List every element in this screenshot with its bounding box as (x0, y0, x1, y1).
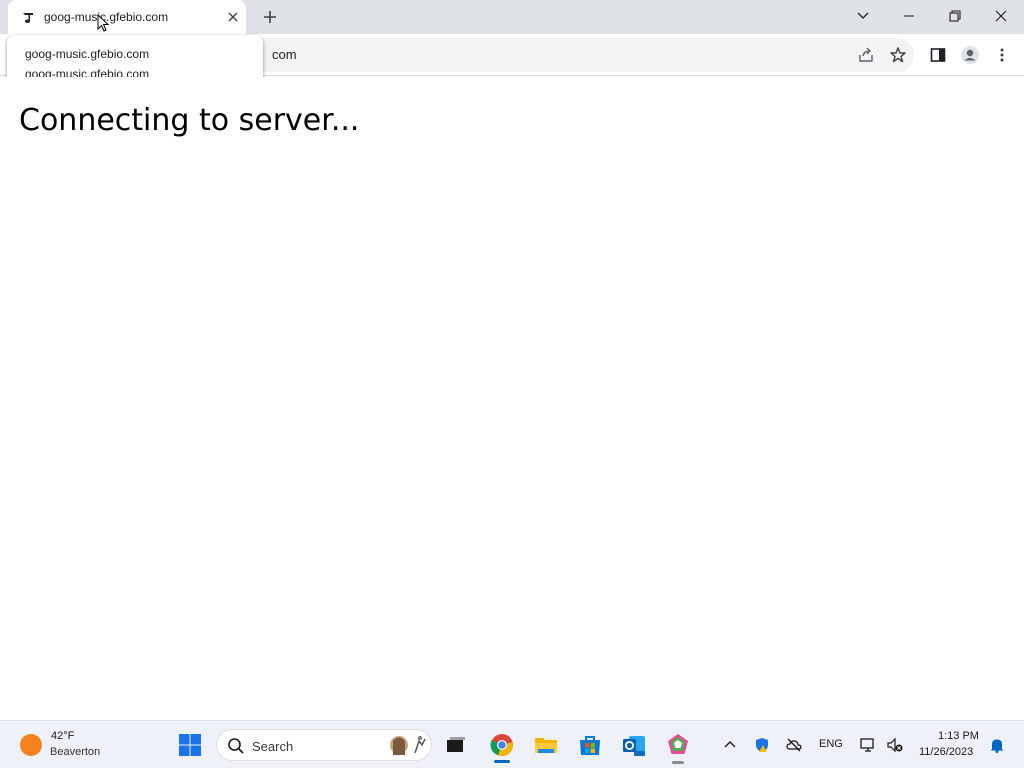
weather-location: Beaverton (50, 746, 101, 758)
taskbar: 42°F Beaverton Search ENG 1:13 PM 11/26/… (0, 720, 1024, 768)
minimize-icon[interactable] (886, 0, 932, 32)
share-icon[interactable] (852, 41, 880, 69)
copilot-icon[interactable] (662, 729, 694, 761)
music-note-icon (21, 9, 37, 25)
chrome-active-indicator (494, 760, 510, 763)
mouse-cursor-icon (97, 14, 109, 32)
browser-tab[interactable]: goog-music.gfebio.com (8, 0, 246, 34)
chrome-icon[interactable] (486, 729, 518, 761)
volume-muted-icon[interactable] (883, 733, 907, 757)
side-panel-icon[interactable] (924, 41, 952, 69)
tab-search-chevron-icon[interactable] (840, 0, 886, 32)
page-heading: Connecting to server... (19, 103, 360, 138)
chevron-up-icon[interactable] (718, 733, 742, 757)
search-icon (228, 738, 244, 754)
copilot-running-indicator (672, 761, 684, 764)
weather-sun-icon (20, 734, 42, 756)
security-warning-icon[interactable] (750, 733, 774, 757)
clock-date: 11/26/2023 (919, 746, 974, 758)
weather-temperature: 42°F (51, 730, 75, 742)
kebab-menu-icon[interactable] (988, 41, 1016, 69)
close-window-icon[interactable] (978, 0, 1024, 32)
start-icon[interactable] (174, 729, 206, 761)
taskbar-search[interactable]: Search (216, 729, 432, 761)
clock-time: 1:13 PM (938, 730, 979, 742)
language-indicator[interactable]: ENG (819, 738, 843, 750)
task-view-icon[interactable] (440, 729, 472, 761)
address-bar-url: com (272, 47, 297, 62)
new-tab-icon[interactable] (260, 7, 280, 27)
restore-icon[interactable] (932, 0, 978, 32)
search-placeholder: Search (252, 739, 294, 754)
notification-bell-icon[interactable] (985, 733, 1009, 757)
hover-card-title: goog-music.gfebio.com (25, 47, 150, 61)
search-highlight-icon (390, 736, 426, 755)
network-icon[interactable] (856, 733, 880, 757)
file-explorer-icon[interactable] (530, 729, 562, 761)
cloud-offline-icon[interactable] (782, 733, 806, 757)
profile-icon[interactable] (956, 41, 984, 69)
outlook-icon[interactable] (618, 729, 650, 761)
star-icon[interactable] (884, 41, 912, 69)
tab-close-icon[interactable] (224, 8, 242, 26)
tab-strip: goog-music.gfebio.com (0, 0, 1024, 34)
microsoft-store-icon[interactable] (574, 729, 606, 761)
page-content: Connecting to server... (0, 77, 1024, 720)
